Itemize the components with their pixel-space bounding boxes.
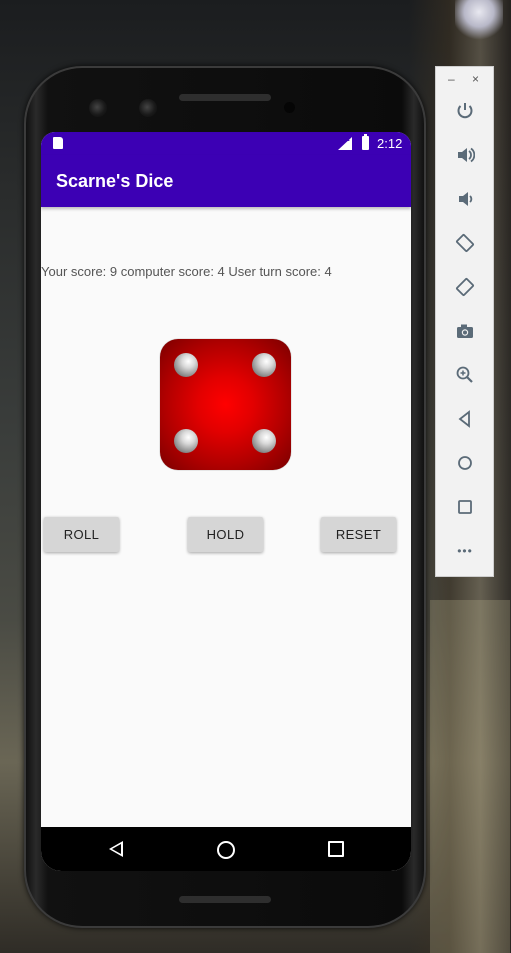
camera-icon[interactable] xyxy=(450,316,480,346)
emulator-toolbar: – × ••• xyxy=(435,66,494,577)
proximity-sensor xyxy=(284,102,295,113)
toolbar-minimize-button[interactable]: – xyxy=(448,72,455,86)
navigation-bar xyxy=(41,827,411,871)
nav-home-icon[interactable] xyxy=(217,841,235,859)
device-screen: LTE 2:12 Scarne's Dice Your score: 9 com… xyxy=(41,132,411,871)
toolbar-close-button[interactable]: × xyxy=(472,72,479,86)
lte-label: LTE xyxy=(337,136,350,143)
nav-recents-icon[interactable] xyxy=(328,841,344,857)
app-bar: Scarne's Dice xyxy=(41,155,411,207)
volume-up-icon[interactable] xyxy=(450,140,480,170)
zoom-icon[interactable] xyxy=(450,360,480,390)
home-icon[interactable] xyxy=(450,448,480,478)
nav-back-icon[interactable] xyxy=(109,841,123,857)
hold-button[interactable]: HOLD xyxy=(188,517,263,552)
volume-down-icon[interactable] xyxy=(450,184,480,214)
status-bar: LTE 2:12 xyxy=(41,132,411,155)
score-text: Your score: 9 computer score: 4 User tur… xyxy=(41,264,332,279)
front-sensor-icon xyxy=(139,99,157,117)
dice-image xyxy=(160,339,291,470)
power-icon[interactable] xyxy=(450,96,480,126)
overview-icon[interactable] xyxy=(450,492,480,522)
more-icon[interactable]: ••• xyxy=(450,536,480,566)
bottom-speaker xyxy=(179,896,271,903)
wallpaper-platform xyxy=(430,600,510,953)
earpiece-speaker xyxy=(179,94,271,101)
rotate-left-icon[interactable] xyxy=(450,228,480,258)
dice-pip xyxy=(174,429,198,453)
front-camera-icon xyxy=(89,99,107,117)
reset-button[interactable]: RESET xyxy=(321,517,396,552)
app-title: Scarne's Dice xyxy=(56,171,174,191)
roll-button[interactable]: ROLL xyxy=(44,517,119,552)
dice-pip xyxy=(174,353,198,377)
back-icon[interactable] xyxy=(450,404,480,434)
dice-pip xyxy=(252,429,276,453)
wallpaper-light xyxy=(455,0,503,40)
dice-pip xyxy=(252,353,276,377)
status-time: 2:12 xyxy=(377,136,403,151)
rotate-right-icon[interactable] xyxy=(450,272,480,302)
battery-icon xyxy=(362,134,369,150)
sd-card-icon xyxy=(53,137,63,149)
